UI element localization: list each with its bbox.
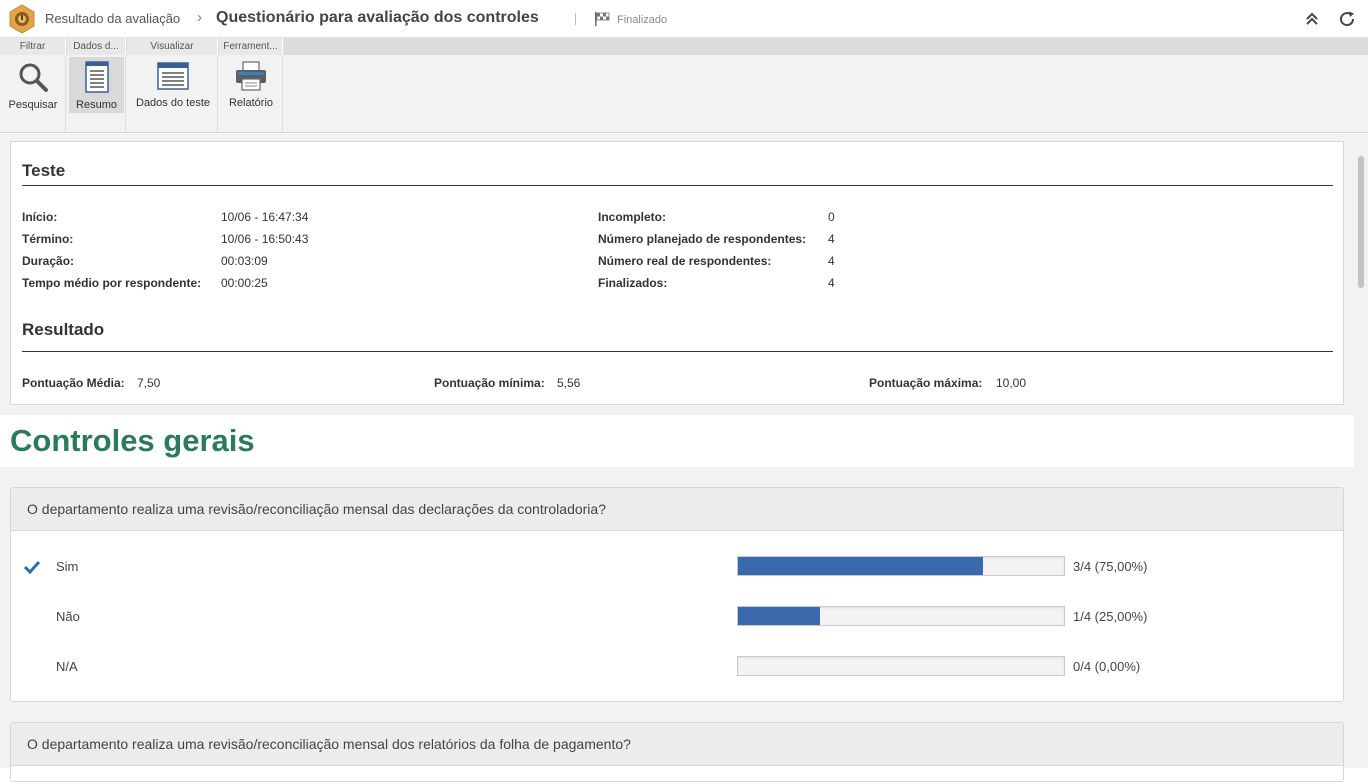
- finished-label: Finalizados:: [598, 276, 668, 290]
- avg-time-value: 00:00:25: [221, 276, 268, 290]
- search-icon: [19, 63, 48, 92]
- report-button-label: Relatório: [228, 97, 274, 109]
- planned-respondents-value: 4: [828, 232, 835, 246]
- breadcrumb[interactable]: Resultado da avaliação: [45, 11, 180, 26]
- option-label: N/A: [56, 659, 78, 674]
- avg-score-value: 7,50: [137, 376, 161, 390]
- section-rule: [22, 185, 1333, 186]
- summary-button-label: Resumo: [76, 99, 117, 111]
- result-count: 0/4 (0,00%): [1073, 659, 1141, 674]
- ribbon-tab-filter[interactable]: Filtrar: [0, 38, 66, 55]
- checkered-flag-icon: [595, 12, 610, 26]
- report-button[interactable]: Relatório: [223, 57, 279, 113]
- printer-icon: [236, 61, 266, 91]
- refresh-icon[interactable]: [1338, 10, 1356, 28]
- option-label: Sim: [56, 559, 79, 574]
- search-button-label: Pesquisar: [8, 99, 58, 111]
- question-text: O departamento realiza uma revisão/recon…: [27, 501, 606, 517]
- summary-panel: Teste Início: 10/06 - 16:47:34 Término: …: [10, 141, 1344, 405]
- check-icon: [24, 560, 40, 574]
- divider: [575, 13, 576, 25]
- option-label: Não: [56, 609, 80, 624]
- result-bar-fill: [738, 607, 820, 625]
- test-data-button[interactable]: Dados do teste: [131, 57, 215, 113]
- question-text: O departamento realiza uma revisão/recon…: [27, 736, 631, 752]
- min-score-label: Pontuação mínima:: [434, 376, 545, 390]
- ribbon-group-filter: Pesquisar: [0, 55, 66, 131]
- collapse-icon[interactable]: [1304, 11, 1320, 27]
- incomplete-value: 0: [828, 210, 835, 224]
- test-data-button-label: Dados do teste: [136, 97, 210, 109]
- start-label: Início:: [22, 210, 58, 224]
- status-label: Finalizado: [617, 14, 668, 26]
- actual-respondents-value: 4: [828, 254, 835, 268]
- data-window-icon: [157, 62, 189, 90]
- avg-score-label: Pontuação Média:: [22, 376, 125, 390]
- actual-respondents-label: Número real de respondentes:: [598, 254, 772, 268]
- scrollbar-thumb[interactable]: [1358, 156, 1364, 288]
- duration-value: 00:03:09: [221, 254, 268, 268]
- ribbon-group-data: Resumo: [67, 55, 126, 131]
- ribbon-group-view: Dados do teste: [127, 55, 218, 131]
- document-icon: [84, 61, 109, 93]
- ribbon-tab-tools[interactable]: Ferrament...: [219, 38, 283, 55]
- start-value: 10/06 - 16:47:34: [221, 210, 309, 224]
- section-title-test: Teste: [22, 161, 66, 180]
- group-title: Controles gerais: [10, 423, 255, 458]
- end-value: 10/06 - 16:50:43: [221, 232, 309, 246]
- section-title-result: Resultado: [22, 320, 105, 339]
- ribbon-group-tools: Relatório: [219, 55, 283, 131]
- result-count: 1/4 (25,00%): [1073, 609, 1148, 624]
- result-bar-fill: [738, 557, 983, 575]
- result-count: 3/4 (75,00%): [1073, 559, 1148, 574]
- search-button[interactable]: Pesquisar: [2, 57, 64, 113]
- title-bar: Resultado da avaliação › Questionário pa…: [0, 0, 1368, 38]
- ribbon-tab-view[interactable]: Visualizar: [127, 38, 218, 55]
- finished-value: 4: [828, 276, 835, 290]
- planned-respondents-label: Número planejado de respondentes:: [598, 232, 807, 246]
- incomplete-label: Incompleto:: [598, 210, 666, 224]
- result-bar: [737, 656, 1065, 676]
- max-score-label: Pontuação máxima:: [869, 376, 983, 390]
- question-panel: O departamento realiza uma revisão/recon…: [10, 722, 1344, 782]
- ribbon-tab-bar: Filtrar Dados d... Visualizar Ferrament.…: [0, 38, 1368, 55]
- evaluation-result-icon: [9, 4, 35, 34]
- question-header: O departamento realiza uma revisão/recon…: [11, 723, 1343, 766]
- question-header: O departamento realiza uma revisão/recon…: [11, 488, 1343, 531]
- end-label: Término:: [22, 232, 74, 246]
- result-bar: [737, 556, 1065, 576]
- duration-label: Duração:: [22, 254, 75, 268]
- avg-time-label: Tempo médio por respondente:: [22, 276, 202, 290]
- section-rule: [22, 351, 1333, 352]
- summary-button[interactable]: Resumo: [69, 57, 124, 113]
- ribbon-toolbar: Pesquisar Resumo Dados do teste Relatóri…: [0, 55, 1368, 133]
- page-title: Questionário para avaliação dos controle…: [216, 9, 539, 26]
- max-score-value: 10,00: [996, 376, 1027, 390]
- chevron-right-icon: ›: [197, 9, 202, 26]
- result-bar: [737, 606, 1065, 626]
- ribbon-tab-data[interactable]: Dados d...: [67, 38, 126, 55]
- question-panel: O departamento realiza uma revisão/recon…: [10, 487, 1344, 702]
- min-score-value: 5,56: [557, 376, 581, 390]
